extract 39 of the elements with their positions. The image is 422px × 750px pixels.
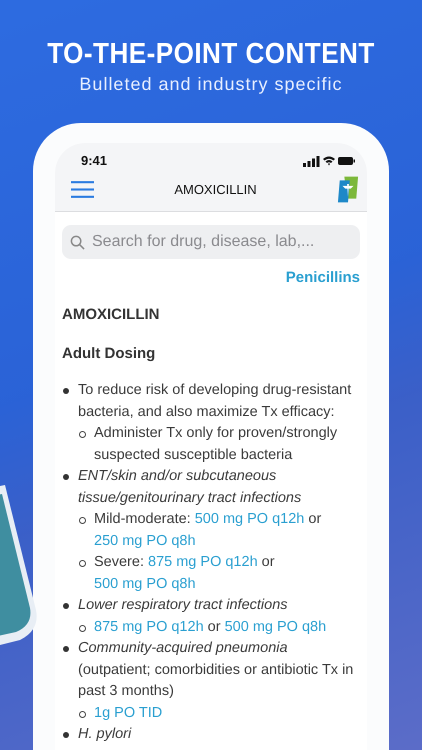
search-icon xyxy=(70,234,85,250)
bullet-icon xyxy=(63,603,69,609)
bullet-text: 875 mg PO q12h or 500 mg PO q8h xyxy=(94,618,328,636)
dosage-link[interactable]: 875 mg PO q12h xyxy=(94,618,204,634)
bullet-text: Severe: 875 mg PO q12h or 500 mg PO q8h xyxy=(94,553,276,594)
dosage-link[interactable]: 250 mg PO q8h xyxy=(94,532,196,548)
status-time: 9:41 xyxy=(81,153,108,168)
search-field[interactable]: Search for drug, disease, lab,... xyxy=(62,225,360,259)
dosage-link[interactable]: 1g PO TID xyxy=(94,704,162,720)
subheadline: Bulleted and industry specific xyxy=(78,74,344,95)
sub-bullet-icon xyxy=(79,710,86,718)
dosage-link[interactable]: 500 mg PO q8h xyxy=(224,618,326,634)
headline: TO-THE-POINT CONTENT xyxy=(46,37,376,71)
bullet-text: Mild-moderate: 500 mg PO q12h or 250 mg PO q8h xyxy=(94,510,322,550)
dosage-link[interactable]: 500 mg PO q12h xyxy=(194,511,304,527)
nav-title: AMOXICILLIN xyxy=(174,182,257,197)
sub-bullet-icon xyxy=(79,517,86,524)
bullet-text: ENT/skin and/or subcutaneous tissue/genitourinary tract infections xyxy=(78,467,302,508)
bullet-text: Community-acquired pneumonia (outpatient; comorbidities or antibiotic Tx in past 3 months) xyxy=(78,639,354,701)
dosage-link[interactable]: 875 mg PO q12h xyxy=(148,554,258,570)
sub-bullet-icon xyxy=(79,560,86,567)
bullet-text: Lower respiratory tract infections xyxy=(78,596,289,615)
menu-button[interactable] xyxy=(71,181,94,198)
drug-class-link[interactable]: Penicillins xyxy=(286,269,360,286)
sub-bullet-icon xyxy=(79,431,86,438)
status-icons xyxy=(303,154,355,166)
bullet-text: H. pylori xyxy=(78,725,132,744)
bullet-icon xyxy=(63,474,69,480)
sub-bullet-icon xyxy=(79,624,86,632)
bullet-text: Administer Tx only for proven/strongly suspected susceptible bacteria xyxy=(94,424,338,464)
drug-name: AMOXICILLIN xyxy=(62,306,160,323)
bullet-text: To reduce risk of developing drug-resistant bacteria, and also maximize Tx efficacy: xyxy=(78,381,352,422)
bullet-icon xyxy=(63,646,69,652)
logo-icon[interactable] xyxy=(336,176,359,203)
menu-icon xyxy=(71,181,94,198)
bullet-icon xyxy=(63,388,69,394)
dosage-link[interactable]: 500 mg PO q8h xyxy=(94,576,196,592)
section-title: Adult Dosing xyxy=(62,345,156,362)
bullet-icon xyxy=(63,732,69,738)
